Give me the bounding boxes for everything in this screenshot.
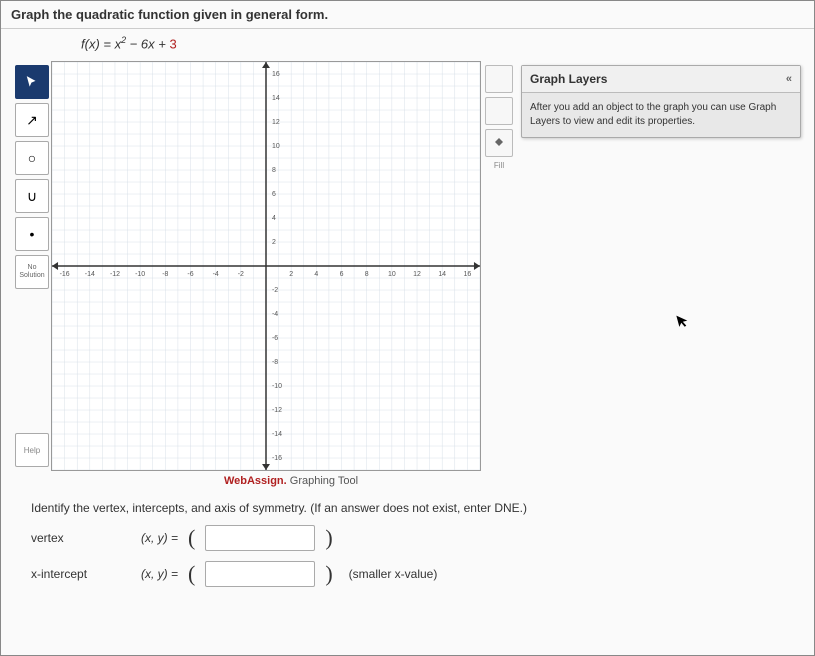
svg-text:4: 4 — [314, 271, 318, 278]
line-icon: ↗ — [26, 112, 38, 129]
svg-text:16: 16 — [272, 71, 280, 78]
layers-title: Graph Layers — [530, 72, 607, 86]
parabola-icon: ∪ — [27, 188, 37, 205]
svg-text:4: 4 — [272, 215, 276, 222]
svg-text:-14: -14 — [272, 431, 282, 438]
paren-open-2: ( — [188, 561, 195, 587]
svg-text:-14: -14 — [85, 271, 95, 278]
svg-text:-4: -4 — [272, 311, 278, 318]
circle-icon: ○ — [28, 150, 36, 166]
fill-icon — [493, 137, 505, 149]
svg-text:-6: -6 — [272, 335, 278, 342]
xintercept-eq: (x, y) = — [141, 567, 178, 581]
xintercept-row: x-intercept (x, y) = ( ) (smaller x-valu… — [31, 561, 784, 587]
svg-text:2: 2 — [289, 271, 293, 278]
questions-area: Identify the vertex, intercepts, and axi… — [1, 491, 814, 607]
svg-text:14: 14 — [272, 95, 280, 102]
svg-text:8: 8 — [365, 271, 369, 278]
svg-text:-10: -10 — [135, 271, 145, 278]
point-tool[interactable]: • — [15, 217, 49, 251]
xintercept-after: (smaller x-value) — [349, 567, 438, 581]
layers-collapse-button[interactable]: « — [786, 73, 792, 85]
svg-text:-16: -16 — [272, 455, 282, 462]
brand-rest: Graphing Tool — [287, 475, 358, 487]
svg-text:-6: -6 — [187, 271, 193, 278]
svg-text:6: 6 — [272, 191, 276, 198]
vertex-input[interactable] — [205, 525, 315, 551]
svg-text:10: 10 — [272, 143, 280, 150]
layers-header: Graph Layers « — [522, 66, 800, 93]
layers-body: After you add an object to the graph you… — [522, 93, 800, 137]
svg-text:-16: -16 — [60, 271, 70, 278]
svg-text:14: 14 — [438, 271, 446, 278]
vertex-label: vertex — [31, 531, 131, 545]
paren-open: ( — [188, 525, 195, 551]
paren-close-2: ) — [325, 561, 332, 587]
help-button[interactable]: Help — [15, 433, 49, 467]
paren-close: ) — [325, 525, 332, 551]
fill-label: Fill — [485, 161, 513, 170]
svg-text:-2: -2 — [238, 271, 244, 278]
parabola-tool[interactable]: ∪ — [15, 179, 49, 213]
svg-text:2: 2 — [272, 239, 276, 246]
svg-text:6: 6 — [340, 271, 344, 278]
graph-toolbar: ↗ ○ ∪ • No Solution Help — [11, 61, 51, 471]
svg-text:12: 12 — [413, 271, 421, 278]
svg-text:-4: -4 — [213, 271, 219, 278]
svg-text:-10: -10 — [272, 383, 282, 390]
eq-const: 3 — [169, 36, 176, 51]
xintercept-input[interactable] — [205, 561, 315, 587]
point-icon: • — [30, 226, 35, 242]
vertex-row: vertex (x, y) = ( ) — [31, 525, 784, 551]
delete-button[interactable] — [485, 97, 513, 125]
eq-mid: − 6x + — [126, 36, 169, 51]
line-tool[interactable]: ↗ — [15, 103, 49, 137]
svg-text:-12: -12 — [272, 407, 282, 414]
fill-button[interactable] — [485, 129, 513, 157]
question-title: Graph the quadratic function given in ge… — [1, 1, 814, 29]
graph-svg: -16 -14 -12 -10 -8 -6 -4 -2 2 4 6 8 10 12 14 16 -16 -14 -1… — [52, 62, 480, 470]
svg-text:-8: -8 — [272, 359, 278, 366]
graph-canvas[interactable]: -16 -14 -12 -10 -8 -6 -4 -2 2 4 6 8 10 12 14 16 -16 -14 -1… — [51, 61, 481, 471]
side-tools: Fill — [481, 61, 517, 471]
clearall-button[interactable] — [485, 65, 513, 93]
svg-text:-12: -12 — [110, 271, 120, 278]
no-solution-tool[interactable]: No Solution — [15, 255, 49, 289]
vertex-eq: (x, y) = — [141, 531, 178, 545]
brand-strong: WebAssign. — [224, 475, 287, 487]
brand-footer: WebAssign. Graphing Tool — [51, 471, 531, 491]
eq-prefix: f(x) = x — [81, 36, 121, 51]
svg-text:10: 10 — [388, 271, 396, 278]
svg-text:8: 8 — [272, 167, 276, 174]
graph-layers-panel: Graph Layers « After you add an object t… — [521, 65, 801, 138]
xintercept-label: x-intercept — [31, 567, 131, 581]
equation: f(x) = x2 − 6x + 3 — [1, 29, 814, 57]
svg-text:-8: -8 — [162, 271, 168, 278]
svg-text:12: 12 — [272, 119, 280, 126]
circle-tool[interactable]: ○ — [15, 141, 49, 175]
svg-text:16: 16 — [463, 271, 471, 278]
svg-text:-2: -2 — [272, 287, 278, 294]
identify-instruction: Identify the vertex, intercepts, and axi… — [31, 501, 784, 515]
pointer-tool[interactable] — [15, 65, 49, 99]
